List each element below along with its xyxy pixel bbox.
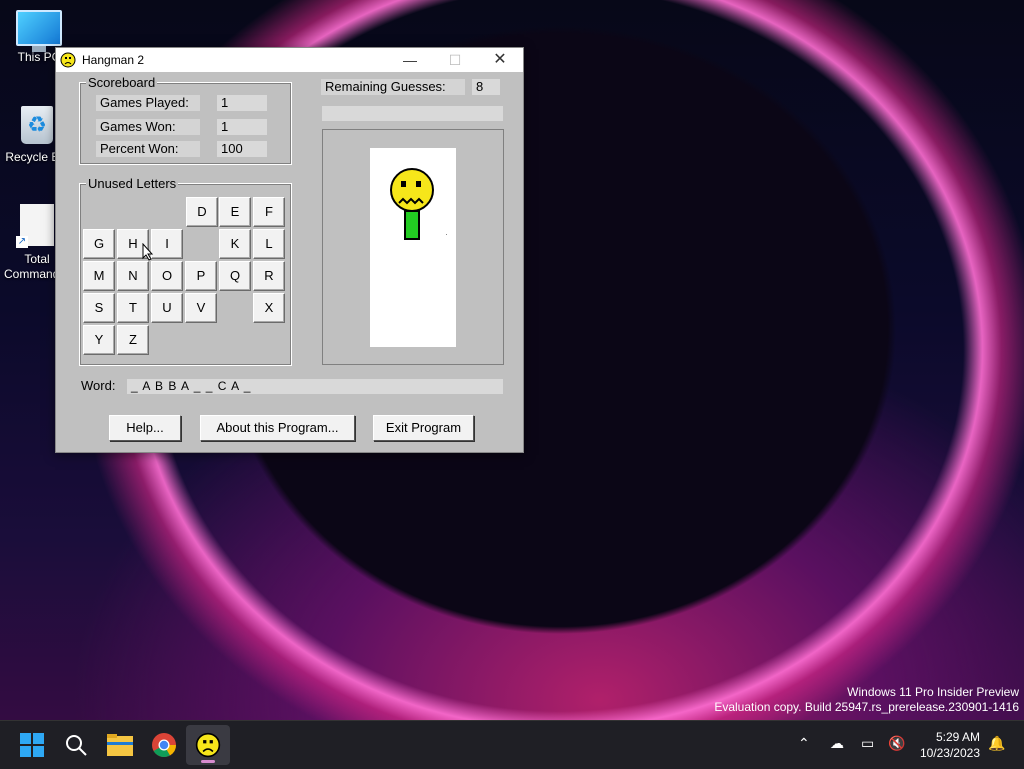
active-indicator bbox=[201, 760, 215, 763]
scoreboard-title: Scoreboard bbox=[86, 75, 158, 90]
windows-logo-icon bbox=[20, 733, 44, 757]
letter-key-v[interactable]: V bbox=[185, 293, 217, 323]
letter-key-q[interactable]: Q bbox=[219, 261, 251, 291]
letter-key-o[interactable]: O bbox=[151, 261, 183, 291]
onedrive-icon[interactable]: ☁ bbox=[830, 735, 844, 752]
network-icon[interactable]: ▭ bbox=[861, 735, 874, 752]
minimize-button[interactable]: — bbox=[387, 48, 433, 72]
remaining-guesses-label: Remaining Guesses: bbox=[321, 79, 465, 95]
watermark-line-2: Evaluation copy. Build 25947.rs_prerelea… bbox=[714, 700, 1019, 714]
sad-face-icon bbox=[60, 52, 76, 68]
taskbar: ⌃ ☁ ▭ 🔇 5:29 AM 10/23/2023 🔔 bbox=[0, 720, 1024, 769]
letter-key-e[interactable]: E bbox=[219, 197, 251, 227]
exit-button[interactable]: Exit Program bbox=[373, 415, 474, 441]
folder-icon bbox=[107, 734, 133, 756]
chevron-up-icon[interactable]: ⌃ bbox=[798, 735, 810, 752]
letter-key-d[interactable]: D bbox=[186, 197, 218, 227]
close-button[interactable]: ✕ bbox=[477, 48, 523, 72]
games-won-label: Games Won: bbox=[96, 119, 200, 135]
chrome-button[interactable] bbox=[148, 729, 180, 761]
letter-key-n[interactable]: N bbox=[117, 261, 149, 291]
search-icon bbox=[66, 735, 87, 756]
games-won-value: 1 bbox=[217, 119, 267, 135]
clock[interactable]: 5:29 AM 10/23/2023 bbox=[920, 729, 980, 761]
hangman-taskbar-button[interactable] bbox=[186, 725, 230, 765]
shortcut-arrow-icon: ↗ bbox=[16, 236, 28, 248]
title-bar[interactable]: Hangman 2 — ☐ ✕ bbox=[56, 48, 523, 72]
hangman-canvas bbox=[370, 148, 456, 347]
letter-key-t[interactable]: T bbox=[117, 293, 149, 323]
search-button[interactable] bbox=[60, 729, 92, 761]
start-button[interactable] bbox=[16, 729, 48, 761]
percent-won-label: Percent Won: bbox=[96, 141, 200, 157]
clock-date: 10/23/2023 bbox=[919, 746, 980, 760]
about-button[interactable]: About this Program... bbox=[200, 415, 355, 441]
word-label: Word: bbox=[81, 378, 116, 394]
progress-bar bbox=[322, 106, 503, 121]
monitor-icon bbox=[16, 10, 62, 52]
clock-time: 5:29 AM bbox=[935, 730, 980, 744]
letter-key-g[interactable]: G bbox=[83, 229, 115, 259]
chrome-icon bbox=[152, 733, 176, 758]
letter-key-p[interactable]: P bbox=[185, 261, 217, 291]
letter-key-l[interactable]: L bbox=[253, 229, 285, 259]
maximize-button[interactable]: ☐ bbox=[432, 48, 478, 72]
unused-letters-title: Unused Letters bbox=[86, 176, 179, 191]
letter-key-s[interactable]: S bbox=[83, 293, 115, 323]
letter-key-f[interactable]: F bbox=[253, 197, 285, 227]
window-title: Hangman 2 bbox=[82, 53, 145, 67]
letter-key-m[interactable]: M bbox=[83, 261, 115, 291]
recycle-bin-icon: ♻ bbox=[21, 106, 53, 144]
mouse-cursor-icon bbox=[142, 243, 154, 261]
evaluation-watermark: Windows 11 Pro Insider Preview Evaluatio… bbox=[714, 685, 1019, 715]
file-explorer-button[interactable] bbox=[104, 729, 136, 761]
letter-key-z[interactable]: Z bbox=[117, 325, 149, 355]
speaker-muted-icon[interactable]: 🔇 bbox=[888, 735, 905, 752]
watermark-line-1: Windows 11 Pro Insider Preview bbox=[847, 685, 1019, 699]
letter-key-u[interactable]: U bbox=[151, 293, 183, 323]
letter-key-i[interactable]: I bbox=[151, 229, 183, 259]
games-played-label: Games Played: bbox=[96, 95, 200, 111]
sad-face-icon bbox=[195, 732, 221, 758]
word-value: _ A B B A _ _ C A _ bbox=[127, 379, 503, 394]
notification-bell-icon[interactable]: 🔔 bbox=[988, 735, 1005, 752]
letter-key-y[interactable]: Y bbox=[83, 325, 115, 355]
letter-key-x[interactable]: X bbox=[253, 293, 285, 323]
shortcut-file-icon: ↗ bbox=[16, 204, 54, 248]
hangman-window: Hangman 2 — ☐ ✕ Scoreboard Games Played:… bbox=[55, 47, 524, 453]
remaining-guesses-value: 8 bbox=[472, 79, 500, 95]
stick-body bbox=[404, 210, 420, 240]
help-button[interactable]: Help... bbox=[109, 415, 181, 441]
letter-key-r[interactable]: R bbox=[253, 261, 285, 291]
hangman-figure bbox=[390, 168, 447, 240]
percent-won-value: 100 bbox=[217, 141, 267, 157]
games-played-value: 1 bbox=[217, 95, 267, 111]
hangman-drawing-panel bbox=[322, 129, 504, 365]
letter-key-k[interactable]: K bbox=[219, 229, 251, 259]
face-head bbox=[390, 168, 434, 212]
